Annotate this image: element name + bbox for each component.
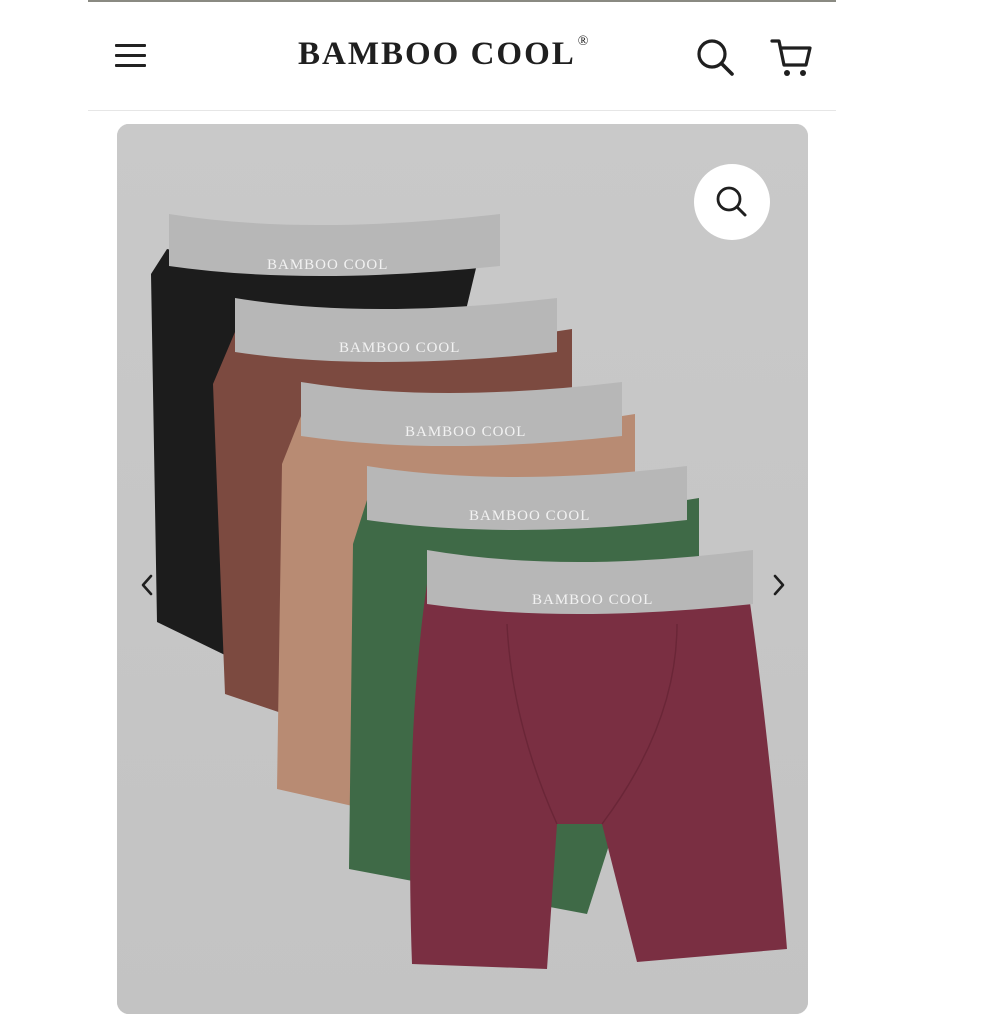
menu-button[interactable] <box>113 40 149 70</box>
waistband-text: BAMBOO COOL <box>267 257 388 273</box>
search-icon <box>697 39 734 76</box>
chevron-left-icon <box>141 574 153 596</box>
hamburger-menu-icon <box>115 44 146 47</box>
registered-mark: ® <box>577 34 591 49</box>
cart-button[interactable] <box>768 36 816 80</box>
waistband-text: BAMBOO COOL <box>532 592 653 608</box>
zoom-button[interactable] <box>694 164 770 240</box>
product-image-gallery[interactable]: BAMBOO COOL BAMBOO COOL BAMBOO COOL BAMB… <box>117 124 808 1014</box>
search-button[interactable] <box>694 36 738 80</box>
zoom-magnifier-icon <box>716 186 747 217</box>
logo-text: BAMBOO COOL <box>298 36 576 72</box>
hamburger-line <box>115 64 146 67</box>
waistband-text: BAMBOO COOL <box>405 424 526 440</box>
waistband-text: BAMBOO COOL <box>469 508 590 524</box>
brand-logo[interactable]: BAMBOO COOL ® <box>298 34 628 76</box>
previous-image-button[interactable] <box>135 568 161 602</box>
waistband-text: BAMBOO COOL <box>339 340 460 356</box>
product-image: BAMBOO COOL BAMBOO COOL BAMBOO COOL BAMB… <box>117 124 808 1014</box>
shopping-cart-icon <box>770 39 812 76</box>
next-image-button[interactable] <box>765 568 791 602</box>
hamburger-line <box>115 54 146 57</box>
site-header: BAMBOO COOL ® <box>88 2 836 111</box>
chevron-right-icon <box>773 574 785 596</box>
